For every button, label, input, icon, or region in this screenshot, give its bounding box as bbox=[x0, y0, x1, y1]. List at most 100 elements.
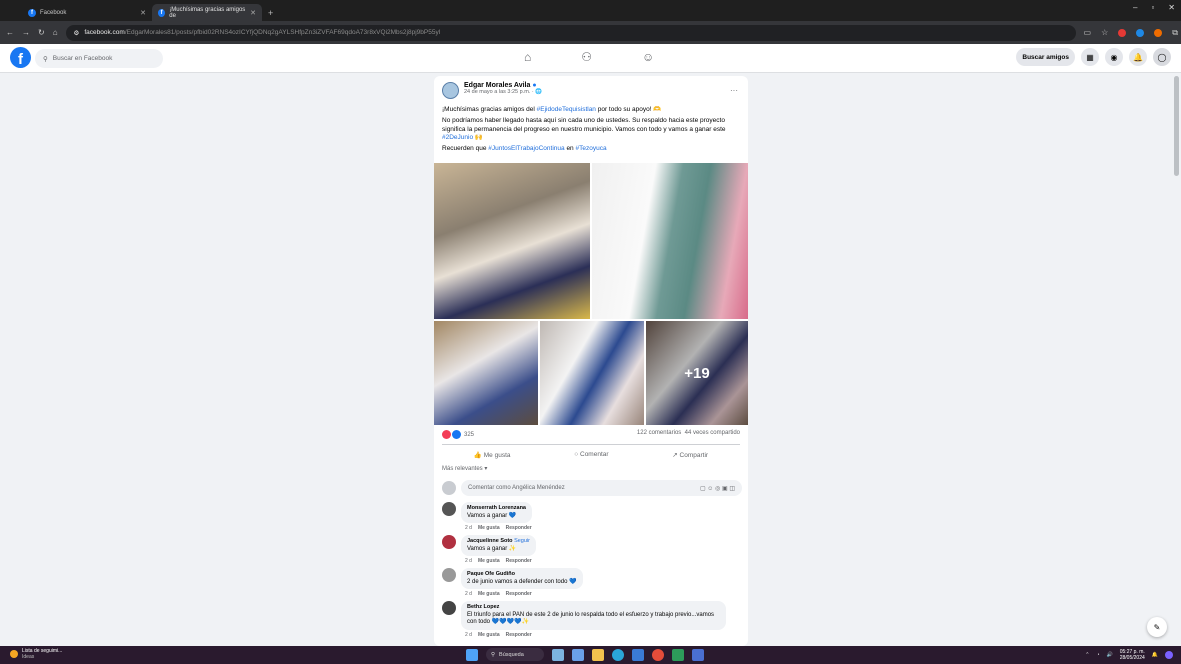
back-icon[interactable]: ← bbox=[6, 28, 14, 37]
tab-label: ¡Muchísimas gracias amigos de bbox=[169, 6, 246, 19]
notification-bell-icon[interactable]: 🔔 bbox=[1152, 652, 1158, 658]
tab-post[interactable]: f ¡Muchísimas gracias amigos de ✕ bbox=[152, 4, 262, 21]
author-name[interactable]: Edgar Morales Avila ● bbox=[464, 82, 542, 89]
menu-grid-icon[interactable]: ▦ bbox=[1081, 48, 1099, 66]
comment-reply-link[interactable]: Responder bbox=[506, 632, 532, 638]
app-icon[interactable] bbox=[672, 648, 684, 661]
edge-icon[interactable] bbox=[612, 648, 624, 661]
close-tab-icon[interactable]: ✕ bbox=[140, 9, 146, 17]
task-view-icon[interactable] bbox=[572, 648, 584, 661]
facebook-logo[interactable]: f bbox=[10, 47, 31, 68]
messenger-icon[interactable]: ◉ bbox=[1105, 48, 1123, 66]
new-message-button[interactable]: ✎ bbox=[1147, 617, 1167, 637]
follow-link[interactable]: Seguir bbox=[514, 538, 530, 544]
commenter-name[interactable]: Monserrath Lorenzana bbox=[467, 505, 526, 513]
reload-icon[interactable]: ↻ bbox=[38, 28, 45, 37]
close-tab-icon[interactable]: ✕ bbox=[250, 9, 256, 17]
photo-4[interactable] bbox=[540, 321, 644, 425]
comment-item: Bethz Lopez El triunfo para el PAN de es… bbox=[442, 601, 742, 638]
extension-orange-icon[interactable] bbox=[1154, 28, 1163, 37]
widgets-icon[interactable] bbox=[552, 648, 564, 661]
notifications-bell-icon[interactable]: 🔔 bbox=[1129, 48, 1147, 66]
friends-nav-icon[interactable]: ⚇ bbox=[581, 50, 592, 64]
comment-like-link[interactable]: Me gusta bbox=[478, 632, 500, 638]
comment-actions: 2 d Me gusta Responder bbox=[465, 525, 532, 531]
comment-like-link[interactable]: Me gusta bbox=[478, 525, 500, 531]
windows-start-icon[interactable] bbox=[466, 648, 478, 661]
close-window-button[interactable]: ✕ bbox=[1168, 3, 1175, 12]
comment-reply-link[interactable]: Responder bbox=[506, 591, 532, 597]
photo-5[interactable]: +19 bbox=[646, 321, 748, 425]
facebook-search-input[interactable]: ⚲ Buscar en Facebook bbox=[35, 49, 163, 68]
groups-nav-icon[interactable]: ☺ bbox=[642, 50, 654, 64]
comment-bubble: Monserrath Lorenzana Vamos a ganar 💙 bbox=[461, 502, 532, 523]
home-nav-icon[interactable]: ⌂ bbox=[524, 50, 531, 64]
commenter-avatar[interactable] bbox=[442, 568, 456, 582]
maximize-button[interactable]: ▫ bbox=[1151, 3, 1154, 12]
composer-tools-icons[interactable]: ▢ ☺ ◎ ▣ ◫ bbox=[700, 485, 735, 492]
share-button[interactable]: ↗ Compartir bbox=[672, 451, 708, 459]
tab-facebook[interactable]: f Facebook ✕ bbox=[22, 4, 152, 21]
file-explorer-icon[interactable] bbox=[592, 648, 604, 661]
tray-chevron-icon[interactable]: ⌃ bbox=[1085, 652, 1089, 658]
commenter-name[interactable]: Jacquelinne Soto Seguir bbox=[467, 538, 530, 546]
commenter-name[interactable]: Paque Ofe Gudiño bbox=[467, 571, 577, 579]
more-options-icon[interactable]: ··· bbox=[730, 86, 738, 95]
url-field[interactable]: ⚙ facebook.com /EdgarMorales81/posts/pfb… bbox=[65, 24, 1076, 41]
extension-red-icon[interactable] bbox=[1118, 28, 1127, 37]
page-scrollbar[interactable] bbox=[1174, 76, 1179, 176]
wifi-icon[interactable]: ◔ bbox=[1096, 652, 1099, 658]
commenter-avatar[interactable] bbox=[442, 502, 456, 516]
shares-count[interactable]: 44 veces compartido bbox=[685, 430, 740, 436]
more-photos-count[interactable]: +19 bbox=[646, 321, 748, 425]
weather-widget[interactable]: Lista de seguimi... Ideas bbox=[10, 648, 62, 660]
comment-like-link[interactable]: Me gusta bbox=[478, 558, 500, 564]
comment-like-link[interactable]: Me gusta bbox=[478, 591, 500, 597]
photo-3[interactable] bbox=[434, 321, 538, 425]
commenter-name[interactable]: Bethz Lopez bbox=[467, 604, 720, 612]
hashtag-link[interactable]: #EjidodeTequisistlan bbox=[537, 106, 596, 113]
comment-bubble: Jacquelinne Soto Seguir Vamos a ganar ✨ bbox=[461, 535, 536, 556]
app-icon[interactable] bbox=[692, 648, 704, 661]
reaction-summary[interactable]: 325 bbox=[442, 430, 474, 439]
minimize-button[interactable]: – bbox=[1133, 3, 1137, 12]
comment-reply-link[interactable]: Responder bbox=[506, 558, 532, 564]
store-icon[interactable] bbox=[632, 648, 644, 661]
taskbar-search[interactable]: ⚲ Búsqueda bbox=[486, 648, 544, 661]
volume-icon[interactable]: 🔊 bbox=[1107, 652, 1113, 658]
commenter-avatar[interactable] bbox=[442, 601, 456, 615]
bookmark-star-icon[interactable]: ☆ bbox=[1101, 28, 1108, 37]
photo-1[interactable] bbox=[434, 163, 590, 319]
extension-blue-icon[interactable] bbox=[1136, 28, 1145, 37]
find-friends-button[interactable]: Buscar amigos bbox=[1016, 48, 1075, 66]
windows-taskbar: Lista de seguimi... Ideas ⚲ Búsqueda ⌃ ◔ 🔊… bbox=[0, 646, 1181, 664]
comment-input[interactable]: Comentar como Angélica Menéndez ▢ ☺ ◎ ▣ … bbox=[461, 480, 742, 496]
photo-2[interactable] bbox=[592, 163, 748, 319]
copilot-icon[interactable] bbox=[1165, 651, 1173, 659]
author-avatar[interactable] bbox=[442, 82, 459, 99]
home-icon[interactable]: ⌂ bbox=[53, 28, 58, 37]
comments-count[interactable]: 122 comentarios bbox=[637, 430, 681, 436]
hashtag-link[interactable]: #2DeJunio bbox=[442, 134, 473, 141]
cast-icon[interactable]: ▭ bbox=[1084, 28, 1092, 37]
main-nav: ⌂ ⚇ ☺ bbox=[524, 50, 654, 64]
hashtag-link[interactable]: #Tezoyuca bbox=[575, 145, 606, 152]
account-avatar[interactable]: ◯ bbox=[1153, 48, 1171, 66]
tab-label: Facebook bbox=[40, 9, 67, 16]
like-button[interactable]: 👍 Me gusta bbox=[474, 451, 511, 459]
post-card: Edgar Morales Avila ● 24 de mayo a las 3… bbox=[434, 76, 748, 646]
extensions-puzzle-icon[interactable]: ⧉ bbox=[1172, 28, 1178, 38]
comment-button[interactable]: ○ Comentar bbox=[574, 451, 608, 458]
clock-date[interactable]: 28/05/2024 bbox=[1120, 655, 1145, 661]
post-timestamp[interactable]: 24 de mayo a las 3:25 p.m. · 🌐 bbox=[464, 89, 542, 95]
forward-icon[interactable]: → bbox=[22, 28, 30, 37]
hashtag-link[interactable]: #JuntosElTrabajoContinua bbox=[488, 145, 564, 152]
site-info-icon[interactable]: ⚙ bbox=[74, 29, 80, 37]
comment-composer: Comentar como Angélica Menéndez ▢ ☺ ◎ ▣ … bbox=[442, 480, 742, 496]
chrome-icon[interactable] bbox=[652, 648, 664, 661]
comment-sort-dropdown[interactable]: Más relevantes ▾ bbox=[442, 465, 487, 472]
commenter-avatar[interactable] bbox=[442, 535, 456, 549]
header-actions: Buscar amigos ▦ ◉ 🔔 ◯ bbox=[1016, 48, 1171, 66]
comment-reply-link[interactable]: Responder bbox=[506, 525, 532, 531]
new-tab-button[interactable]: + bbox=[262, 4, 279, 21]
